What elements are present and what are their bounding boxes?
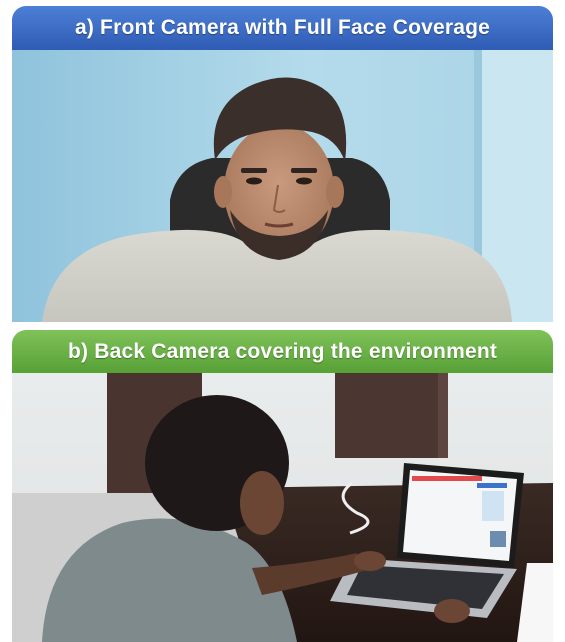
back-camera-photo: [12, 373, 553, 642]
front-camera-photo: [12, 50, 553, 322]
panel-b-title: b) Back Camera covering the environment: [67, 340, 498, 363]
panel-a-title: a) Front Camera with Full Face Coverage: [74, 16, 491, 39]
panel-b-title-banner: b) Back Camera covering the environment: [12, 330, 553, 374]
panel-a-title-banner: a) Front Camera with Full Face Coverage: [12, 6, 553, 50]
front-camera-illustration: [12, 50, 553, 322]
back-camera-illustration: [12, 373, 553, 642]
